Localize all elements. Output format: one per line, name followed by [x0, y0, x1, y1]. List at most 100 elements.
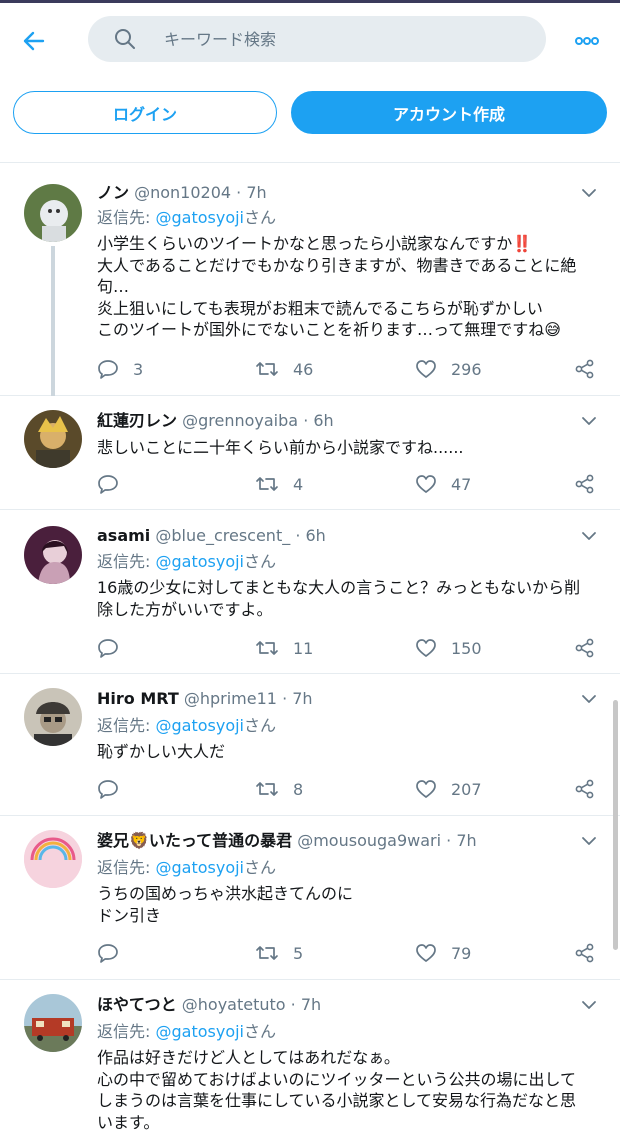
timestamp[interactable]: 7h [292, 689, 312, 708]
tweet-text: 小学生くらいのツイートかなと思ったら小説家なんですか‼️ 大人であることだけでも… [97, 234, 577, 339]
like-button[interactable]: 79 [415, 941, 471, 965]
display-name[interactable]: Hiro MRT [97, 689, 179, 708]
separator-dot: · [282, 689, 288, 708]
login-button[interactable]: ログイン [13, 91, 277, 134]
like-count: 47 [451, 474, 472, 494]
reply-button[interactable] [97, 777, 133, 801]
share-icon [575, 474, 594, 494]
timestamp[interactable]: 6h [313, 411, 333, 430]
tweet-header: asami @blue_crescent_ · 6h [97, 523, 580, 549]
avatar[interactable] [24, 830, 82, 888]
like-button[interactable]: 296 [415, 357, 482, 381]
search-input[interactable] [164, 29, 504, 49]
timestamp[interactable]: 7h [246, 183, 266, 202]
tweet-actions: 3 46 296 [97, 357, 600, 381]
tweet-text: 16歳の少女に対してまともな大人の言うこと？みっともないから削除した方がいいです… [97, 578, 581, 619]
separator-dot: · [290, 995, 296, 1014]
reply-suffix: さん [244, 858, 277, 877]
timestamp[interactable]: 7h [301, 995, 321, 1014]
share-button[interactable] [575, 941, 609, 965]
retweet-count: 4 [293, 474, 304, 494]
tweet-text: 恥ずかしい大人だ [97, 742, 226, 761]
display-name[interactable]: 紅蓮刃レン [97, 411, 177, 430]
like-button[interactable]: 207 [415, 777, 482, 801]
reply-button[interactable] [97, 941, 133, 965]
avatar[interactable] [24, 526, 82, 584]
like-button[interactable]: 47 [415, 472, 471, 496]
reply-suffix: さん [244, 552, 277, 571]
chevron-down-icon[interactable] [580, 184, 598, 202]
share-icon [575, 359, 594, 379]
avatar[interactable] [24, 410, 82, 468]
retweet-count: 5 [293, 943, 304, 963]
reply-suffix: さん [244, 1022, 277, 1041]
user-handle[interactable]: @grennoyaiba [182, 411, 298, 430]
reply-button[interactable] [97, 636, 133, 660]
chevron-down-icon[interactable] [580, 412, 598, 430]
user-handle[interactable]: @hprime11 [184, 689, 277, 708]
display-name[interactable]: ほやてつと [97, 995, 177, 1014]
like-count: 207 [451, 779, 482, 799]
retweet-button[interactable]: 4 [255, 472, 303, 496]
retweet-button[interactable]: 8 [255, 777, 303, 801]
reply-button[interactable] [97, 472, 133, 496]
top-header: ログイン アカウント作成 [0, 3, 620, 163]
avatar[interactable] [24, 688, 82, 746]
tweet-header: Hiro MRT @hprime11 · 7h [97, 686, 580, 712]
user-handle[interactable]: @mousouga9wari [297, 831, 441, 850]
tweet-actions: 11 150 [97, 636, 600, 660]
mention-link[interactable]: @gatosyoji [155, 552, 244, 571]
avatar[interactable] [24, 994, 82, 1052]
reply-icon [98, 360, 118, 379]
tweet[interactable]: ほやてつと @hoyatetuto · 7h 返信先: @gatosyojiさん… [0, 980, 620, 1141]
share-button[interactable] [575, 636, 609, 660]
chevron-down-icon[interactable] [580, 527, 598, 545]
chevron-down-icon[interactable] [580, 690, 598, 708]
display-name[interactable]: asami [97, 526, 150, 545]
display-name[interactable]: 婆兄🦁いたって普通の暴君 [97, 831, 292, 850]
mention-link[interactable]: @gatosyoji [155, 858, 244, 877]
reply-button[interactable]: 3 [97, 357, 143, 381]
retweet-button[interactable]: 11 [255, 636, 313, 660]
tweet[interactable]: 紅蓮刃レン @grennoyaiba · 6h 悲しいことに二十年くらい前から小… [0, 396, 620, 510]
retweet-button[interactable]: 5 [255, 941, 303, 965]
reply-icon [98, 944, 118, 963]
retweet-icon [256, 362, 278, 376]
user-handle[interactable]: @non10204 [134, 183, 231, 202]
tweet-header: 紅蓮刃レン @grennoyaiba · 6h [97, 408, 580, 434]
chevron-down-icon[interactable] [580, 832, 598, 850]
tweet[interactable]: ノン @non10204 · 7h 返信先: @gatosyojiさん 小学生く… [0, 166, 620, 396]
user-handle[interactable]: @hoyatetuto [182, 995, 286, 1014]
signup-button[interactable]: アカウント作成 [291, 91, 607, 134]
user-handle[interactable]: @blue_crescent_ [155, 526, 290, 545]
display-name[interactable]: ノン [97, 183, 129, 202]
mention-link[interactable]: @gatosyoji [155, 1022, 244, 1041]
reply-prefix: 返信先: [97, 716, 156, 735]
timestamp[interactable]: 7h [456, 831, 476, 850]
tweet[interactable]: asami @blue_crescent_ · 6h 返信先: @gatosyo… [0, 510, 620, 674]
tweet[interactable]: 婆兄🦁いたって普通の暴君 @mousouga9wari · 7h 返信先: @g… [0, 816, 620, 980]
mention-link[interactable]: @gatosyoji [155, 716, 244, 735]
mention-link[interactable]: @gatosyoji [155, 208, 244, 227]
like-button[interactable]: 150 [415, 636, 482, 660]
more-options-icon[interactable] [570, 29, 604, 53]
search-bar[interactable] [88, 16, 546, 62]
tweet-actions: 8 207 [97, 777, 600, 801]
heart-icon [416, 360, 436, 378]
share-button[interactable] [575, 357, 609, 381]
thread-line [51, 246, 55, 396]
timestamp[interactable]: 6h [306, 526, 326, 545]
tweet[interactable]: Hiro MRT @hprime11 · 7h 返信先: @gatosyojiさ… [0, 674, 620, 816]
heart-icon [416, 944, 436, 962]
avatar[interactable] [24, 184, 82, 242]
back-arrow-icon[interactable] [18, 25, 50, 57]
reply-suffix: さん [244, 716, 277, 735]
chevron-down-icon[interactable] [580, 996, 598, 1014]
separator-dot: · [446, 831, 452, 850]
reply-prefix: 返信先: [97, 208, 156, 227]
retweet-button[interactable]: 46 [255, 357, 313, 381]
reply-prefix: 返信先: [97, 552, 156, 571]
share-button[interactable] [575, 777, 609, 801]
scrollbar[interactable] [613, 700, 618, 950]
share-button[interactable] [575, 472, 609, 496]
